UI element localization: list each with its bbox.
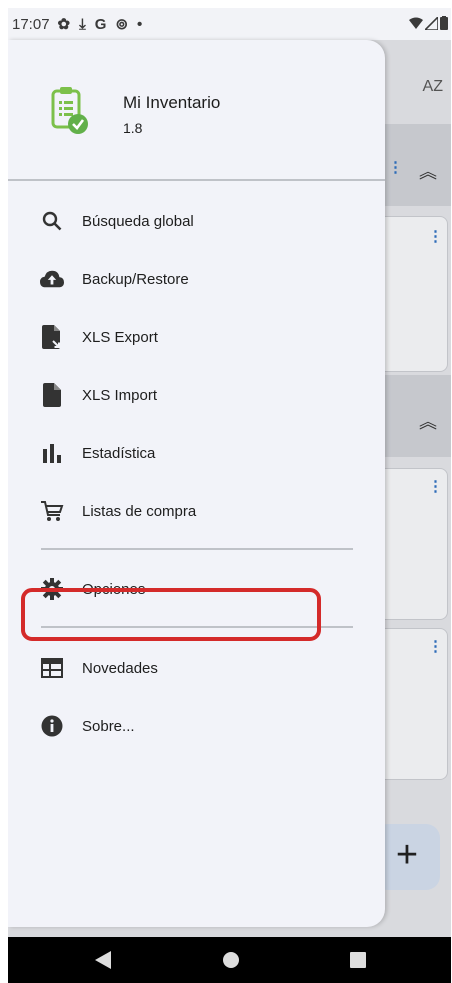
app-logo-icon xyxy=(51,87,88,134)
info-icon xyxy=(40,714,64,738)
menu-item-label: Búsqueda global xyxy=(82,212,194,230)
cloud-upload-icon xyxy=(40,267,64,291)
menu-item-label: Listas de compra xyxy=(82,502,197,520)
menu-item-label: Novedades xyxy=(82,659,158,677)
menu-item-sobre[interactable]: Sobre... xyxy=(8,702,385,750)
dot-icon: • xyxy=(137,15,143,33)
menu-item-xls-import[interactable]: XLS Import xyxy=(8,371,385,419)
home-icon xyxy=(223,952,239,968)
app-name: Mi Inventario xyxy=(123,93,221,112)
status-right-icons xyxy=(409,16,448,30)
menu-item-novedades[interactable]: Novedades xyxy=(8,644,385,692)
menu-item-label: Sobre... xyxy=(82,717,135,735)
menu-item-label: XLS Import xyxy=(82,386,158,404)
signal-icon xyxy=(425,16,438,30)
menu-item-xls-export[interactable]: XLS Export xyxy=(8,313,385,361)
download-icon: ⤓ xyxy=(79,15,86,33)
menu-item-label: XLS Export xyxy=(82,328,158,346)
menu-item-busqueda-global[interactable]: Búsqueda global xyxy=(8,197,385,245)
highlight-box xyxy=(21,588,321,641)
menu-item-label: Estadística xyxy=(82,444,156,462)
header-divider xyxy=(8,179,385,181)
menu-item-backup-restore[interactable]: Backup/Restore xyxy=(8,255,385,303)
back-button[interactable] xyxy=(78,937,128,983)
app-version: 1.8 xyxy=(123,120,143,136)
search-icon xyxy=(40,209,64,233)
cart-icon xyxy=(40,499,64,523)
back-icon xyxy=(95,951,111,969)
bar-chart-icon xyxy=(40,441,64,465)
recents-button[interactable] xyxy=(333,937,383,983)
sync-icon: ⊚ xyxy=(115,16,129,33)
status-icons: ✿ ⤓ G ⊚ • xyxy=(57,15,143,34)
battery-icon xyxy=(440,16,448,30)
status-time: 17:07 xyxy=(12,15,50,33)
status-bar: 17:07 ✿ ⤓ G ⊚ • xyxy=(8,8,451,40)
menu-item-label: Backup/Restore xyxy=(82,270,189,288)
google-icon: G xyxy=(94,15,107,33)
gear-icon: ✿ xyxy=(57,16,71,33)
section-divider xyxy=(41,548,353,550)
phone-screen: 17:07 ✿ ⤓ G ⊚ • AZ ⋮ ︽ ⋮ ︽ ⋮ ⋮ + Mi Inve… xyxy=(8,8,451,983)
home-button[interactable] xyxy=(206,937,256,983)
navigation-drawer: Mi Inventario 1.8 Búsqueda global Backup… xyxy=(8,40,385,927)
menu-item-estadistica[interactable]: Estadística xyxy=(8,429,385,477)
wifi-icon xyxy=(409,17,423,29)
news-icon xyxy=(40,656,64,680)
menu-item-listas-de-compra[interactable]: Listas de compra xyxy=(8,487,385,535)
file-export-icon xyxy=(40,325,64,349)
recents-icon xyxy=(350,952,366,968)
file-icon xyxy=(40,383,64,407)
system-nav-bar xyxy=(8,937,451,983)
